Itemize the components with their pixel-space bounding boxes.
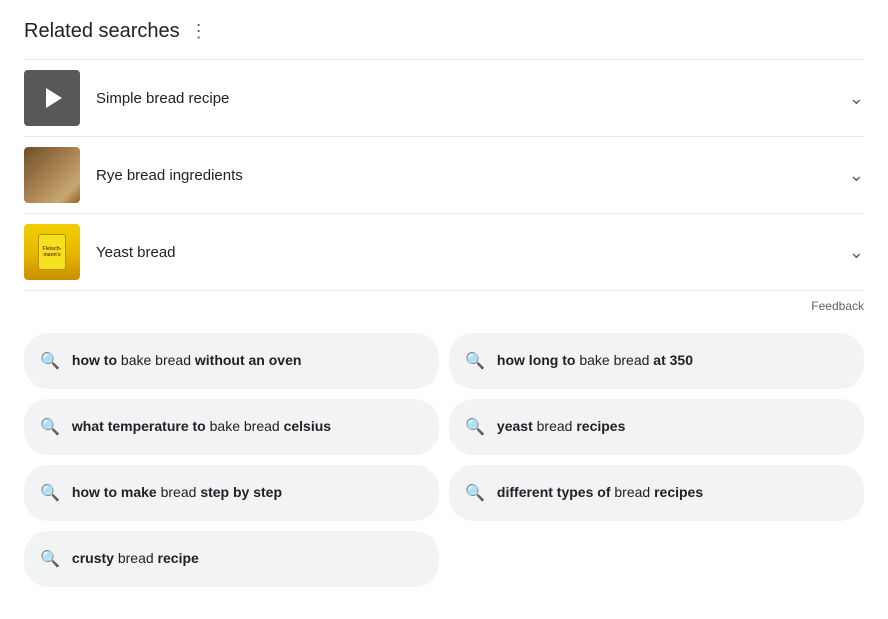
chip-how-to-bake-without-oven[interactable]: 🔍 how to bake bread without an oven	[24, 333, 439, 389]
chip-label: how to make bread step by step	[72, 483, 282, 503]
search-icon: 🔍	[40, 549, 60, 569]
chip-label: how long to bake bread at 350	[497, 351, 693, 371]
thumbnail-rye-bread	[24, 147, 80, 203]
related-items-list: Simple bread recipe ⌄ Rye bread ingredie…	[24, 59, 864, 291]
chip-label: yeast bread recipes	[497, 417, 625, 437]
thumbnail-yeast-bread: Fleisch­mann's	[24, 224, 80, 280]
chip-how-long-bake-350[interactable]: 🔍 how long to bake bread at 350	[449, 333, 864, 389]
related-item-yeast-bread[interactable]: Fleisch­mann's Yeast bread ⌄	[24, 213, 864, 291]
play-icon	[46, 88, 62, 108]
search-chips-grid: 🔍 how to bake bread without an oven 🔍 ho…	[24, 333, 864, 587]
chip-how-to-make-step-by-step[interactable]: 🔍 how to make bread step by step	[24, 465, 439, 521]
related-item-simple-bread[interactable]: Simple bread recipe ⌄	[24, 59, 864, 136]
related-item-label: Simple bread recipe	[96, 90, 841, 107]
chip-label: different types of bread recipes	[497, 483, 703, 503]
more-options-icon[interactable]: ⋮	[190, 21, 209, 42]
chevron-down-icon: ⌄	[849, 88, 864, 109]
related-item-label: Yeast bread	[96, 244, 841, 261]
play-overlay	[24, 70, 80, 126]
search-icon: 🔍	[40, 417, 60, 437]
feedback-button[interactable]: Feedback	[811, 299, 864, 313]
feedback-row: Feedback	[24, 291, 864, 325]
search-icon: 🔍	[465, 483, 485, 503]
related-item-rye-bread[interactable]: Rye bread ingredients ⌄	[24, 136, 864, 213]
thumbnail-simple-bread	[24, 70, 80, 126]
chip-label: what temperature to bake bread celsius	[72, 417, 331, 437]
search-icon: 🔍	[465, 417, 485, 437]
search-icon: 🔍	[465, 351, 485, 371]
chevron-down-icon: ⌄	[849, 165, 864, 186]
chip-what-temp-celsius[interactable]: 🔍 what temperature to bake bread celsius	[24, 399, 439, 455]
chip-crusty-bread-recipe[interactable]: 🔍 crusty bread recipe	[24, 531, 439, 587]
related-item-label: Rye bread ingredients	[96, 167, 841, 184]
chip-yeast-bread-recipes[interactable]: 🔍 yeast bread recipes	[449, 399, 864, 455]
search-icon: 🔍	[40, 351, 60, 371]
chip-different-types-bread-recipes[interactable]: 🔍 different types of bread recipes	[449, 465, 864, 521]
chevron-down-icon: ⌄	[849, 242, 864, 263]
chip-label: crusty bread recipe	[72, 549, 199, 569]
chip-label: how to bake bread without an oven	[72, 351, 302, 371]
search-icon: 🔍	[40, 483, 60, 503]
section-header: Related searches ⋮	[24, 20, 864, 43]
section-title: Related searches	[24, 20, 180, 43]
